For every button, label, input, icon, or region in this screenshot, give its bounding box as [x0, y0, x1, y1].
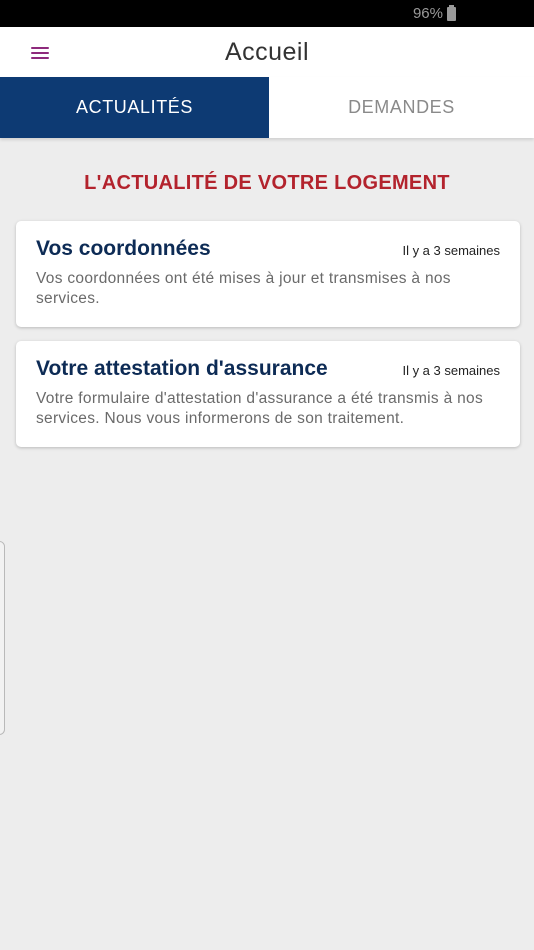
news-card-body: Vos coordonnées ont été mises à jour et … — [36, 270, 451, 307]
news-card-time: Il y a 3 semaines — [402, 363, 500, 378]
hamburger-menu-icon — [31, 47, 49, 59]
page-title: Accueil — [224, 37, 310, 66]
battery-icon — [447, 4, 456, 21]
battery-level: 96% — [412, 5, 443, 22]
tab-bar: ACTUALITÉS DEMANDES — [0, 77, 534, 138]
menu-button[interactable] — [22, 39, 58, 67]
app-bar: Accueil — [0, 27, 534, 77]
status-bar: 96% — [0, 0, 534, 27]
news-card[interactable]: Votre attestation d'assurance Il y a 3 s… — [16, 341, 520, 447]
section-title: L'ACTUALITÉ DE VOTRE LOGEMENT — [84, 172, 450, 194]
news-card-time: Il y a 3 semaines — [402, 243, 500, 258]
news-card-body: Votre formulaire d'attestation d'assuran… — [36, 390, 483, 427]
news-card-title: Vos coordonnées — [36, 237, 211, 260]
edge-panel-handle[interactable] — [0, 541, 5, 735]
news-card-title: Votre attestation d'assurance — [36, 357, 328, 380]
news-card[interactable]: Vos coordonnées Il y a 3 semaines Vos co… — [16, 221, 520, 327]
tab-demandes[interactable]: DEMANDES — [269, 77, 534, 138]
tab-actualites[interactable]: ACTUALITÉS — [0, 77, 269, 138]
